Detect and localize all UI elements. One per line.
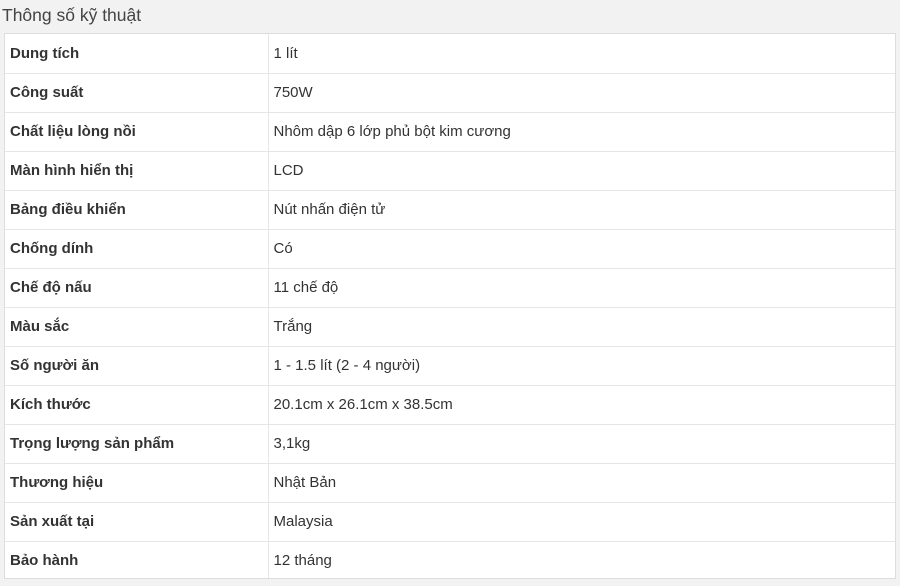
spec-value: Nhôm dập 6 lớp phủ bột kim cương — [268, 112, 895, 152]
spec-value: Malaysia — [268, 502, 895, 542]
spec-row-dimensions: Kích thước 20.1cm x 26.1cm x 38.5cm — [5, 385, 895, 425]
spec-section-title: Thông số kỹ thuật — [2, 5, 142, 25]
spec-value: LCD — [268, 151, 895, 191]
spec-table: Dung tích 1 lít Công suất 750W Chất liệu… — [5, 34, 895, 578]
spec-value: Nút nhấn điện tử — [268, 190, 895, 230]
spec-value: 20.1cm x 26.1cm x 38.5cm — [268, 385, 895, 425]
spec-label: Chất liệu lòng nồi — [5, 112, 269, 152]
spec-label: Trọng lượng sản phẩm — [5, 424, 269, 464]
spec-value: 3,1kg — [268, 424, 895, 464]
spec-row-color: Màu sắc Trắng — [5, 307, 895, 347]
spec-label: Bảng điều khiển — [5, 190, 269, 230]
spec-value: 1 lít — [268, 34, 895, 74]
spec-row-warranty: Bảo hành 12 tháng — [5, 541, 895, 578]
spec-table-panel: Dung tích 1 lít Công suất 750W Chất liệu… — [4, 33, 896, 579]
spec-label: Kích thước — [5, 385, 269, 425]
spec-label: Chế độ nấu — [5, 268, 269, 308]
spec-label: Sản xuất tại — [5, 502, 269, 542]
spec-label: Số người ăn — [5, 346, 269, 386]
spec-value: 750W — [268, 73, 895, 113]
spec-row-made-in: Sản xuất tại Malaysia — [5, 502, 895, 542]
spec-label: Màu sắc — [5, 307, 269, 347]
spec-row-servings: Số người ăn 1 - 1.5 lít (2 - 4 người) — [5, 346, 895, 386]
spec-section-header: Thông số kỹ thuật — [0, 0, 900, 33]
spec-row-display: Màn hình hiển thị LCD — [5, 151, 895, 191]
spec-value: Nhật Bản — [268, 463, 895, 503]
spec-value: 12 tháng — [273, 552, 332, 570]
spec-row-cooking-modes: Chế độ nấu 11 chế độ — [5, 268, 895, 308]
spec-row-capacity: Dung tích 1 lít — [5, 34, 895, 74]
spec-label: Màn hình hiển thị — [5, 151, 269, 191]
spec-value: Có — [268, 229, 895, 269]
spec-value: Trắng — [268, 307, 895, 347]
spec-value: 1 - 1.5 lít (2 - 4 người) — [268, 346, 895, 386]
spec-row-weight: Trọng lượng sản phẩm 3,1kg — [5, 424, 895, 464]
spec-label: Công suất — [5, 73, 269, 113]
spec-row-power: Công suất 750W — [5, 73, 895, 113]
spec-row-non-stick: Chống dính Có — [5, 229, 895, 269]
spec-label: Thương hiệu — [5, 463, 269, 503]
spec-label: Dung tích — [5, 34, 269, 74]
spec-row-control-panel: Bảng điều khiển Nút nhấn điện tử — [5, 190, 895, 230]
spec-row-inner-pot-material: Chất liệu lòng nồi Nhôm dập 6 lớp phủ bộ… — [5, 112, 895, 152]
spec-row-brand: Thương hiệu Nhật Bản — [5, 463, 895, 503]
spec-label: Chống dính — [5, 229, 269, 269]
spec-value: 11 chế độ — [268, 268, 895, 308]
spec-label: Bảo hành — [5, 541, 269, 578]
